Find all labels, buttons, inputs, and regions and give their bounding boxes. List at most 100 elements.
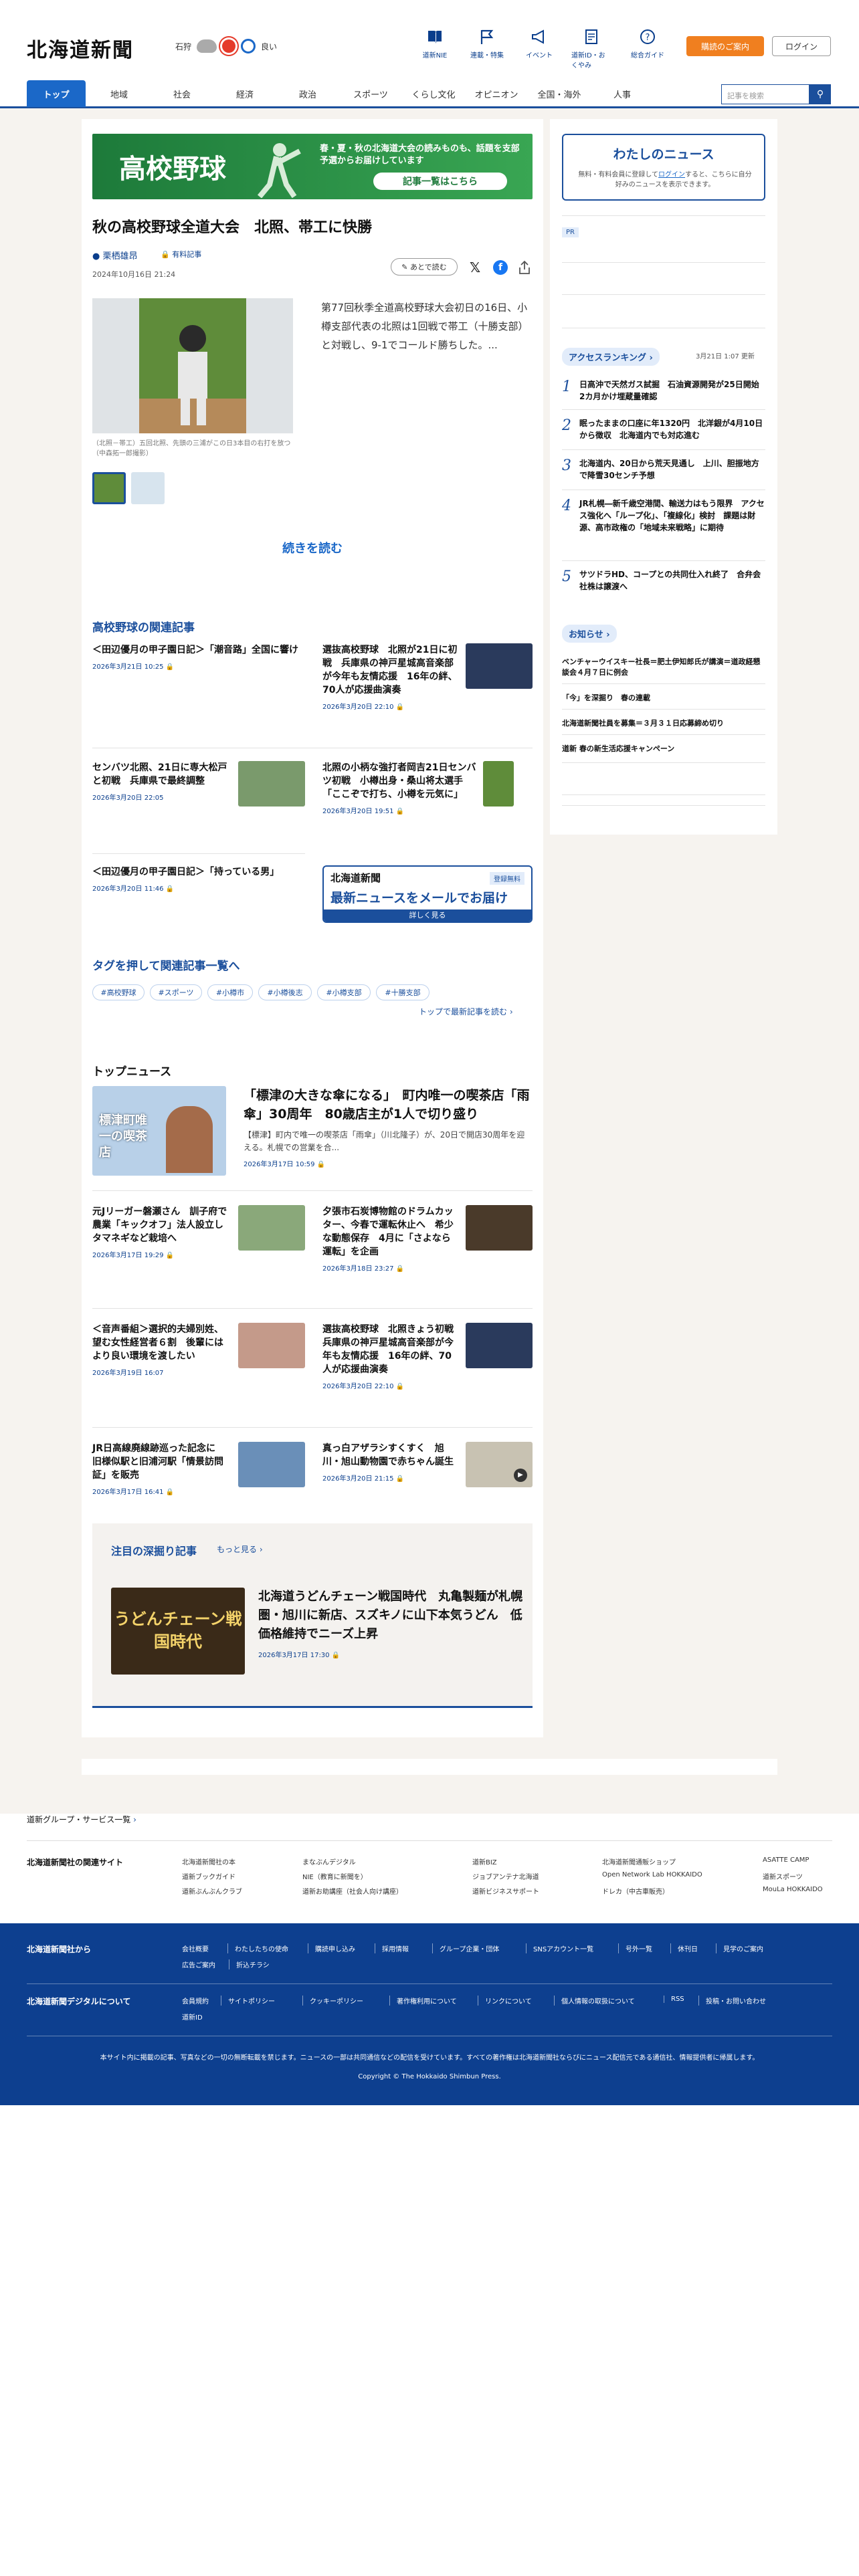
- nav-tab-personnel[interactable]: 人事: [593, 80, 652, 107]
- deep-dive-more-link[interactable]: もっと見る ›: [217, 1543, 263, 1555]
- nav-tab-economy[interactable]: 経済: [215, 80, 274, 107]
- newsletter-button[interactable]: 詳しく見る: [324, 909, 531, 922]
- divider: [562, 215, 765, 216]
- top-news-main[interactable]: 「標津の大きな傘になる」 町内唯一の喫茶店「雨傘」30周年 80歳店主が1人で切…: [244, 1086, 533, 1168]
- nav-nie[interactable]: 道新NIE: [415, 27, 455, 60]
- related-site-link[interactable]: ドレカ（中古車販売）: [602, 1886, 669, 1896]
- related-site-link[interactable]: 道新BIZ: [472, 1856, 497, 1866]
- footer-link[interactable]: 採用情報: [375, 1943, 415, 1953]
- deep-dive-article-title[interactable]: 北海道うどんチェーン戦国時代 丸亀製麺が札幌圏・旭川に新店、スズキノに山下本気う…: [258, 1588, 526, 1644]
- related-site-link[interactable]: ASATTE CAMP: [763, 1856, 809, 1864]
- article-author[interactable]: ● 栗栖雄昂: [92, 249, 138, 261]
- footer-link[interactable]: クッキーポリシー: [302, 1996, 370, 2006]
- related-item[interactable]: センバツ北照、21日に専大松戸と初戦 兵庫県で最終調整 2026年3月20日 2…: [92, 761, 305, 807]
- my-news-login-link[interactable]: ログイン: [658, 171, 685, 179]
- related-site-link[interactable]: 北海道新聞社の本: [182, 1856, 235, 1866]
- tag-chip[interactable]: #小樽後志: [258, 984, 312, 1000]
- tag-chip[interactable]: #高校野球: [92, 984, 145, 1000]
- footer-link[interactable]: リンクについて: [478, 1996, 539, 2006]
- footer-link[interactable]: 広告ご案内: [175, 1959, 222, 1969]
- footer-link[interactable]: グループ企業・団体: [432, 1943, 506, 1953]
- news-item[interactable]: 選抜高校野球 北照きょう初戦 兵庫県の神戸星城高音楽部が今年も友情応援 16年の…: [322, 1323, 533, 1390]
- notice-item[interactable]: 「今」を深掘り 春の連載: [562, 693, 765, 704]
- nav-tab-culture[interactable]: くらし文化: [404, 80, 463, 107]
- tag-chip[interactable]: #十勝支部: [376, 984, 430, 1000]
- footer-link[interactable]: 投稿・お問い合わせ: [698, 1996, 773, 2006]
- tag-chip[interactable]: #スポーツ: [150, 984, 202, 1000]
- related-site-link[interactable]: 道新ぶんぶんクラブ: [182, 1886, 242, 1896]
- related-item[interactable]: ＜田辺優月の甲子園日記＞「持っている男」 2026年3月20日 11:46 🔒: [92, 865, 305, 893]
- nav-series[interactable]: 連載・特集: [467, 27, 507, 60]
- nav-tab-politics[interactable]: 政治: [278, 80, 337, 107]
- nav-tab-society[interactable]: 社会: [153, 80, 211, 107]
- newsletter-ad[interactable]: 北海道新聞 登録無料 最新ニュースをメールでお届け 詳しく見る: [322, 865, 533, 923]
- nav-tab-world[interactable]: 全国・海外: [530, 80, 589, 107]
- footer-link[interactable]: 号外一覧: [618, 1943, 659, 1953]
- nav-tab-opinion[interactable]: オピニオン: [467, 80, 526, 107]
- subscribe-button[interactable]: 購読のご案内: [686, 36, 764, 56]
- latest-articles-link[interactable]: トップで最新記事を読む ›: [419, 1006, 513, 1017]
- footer-link[interactable]: 見学のご案内: [716, 1943, 770, 1953]
- related-item[interactable]: ＜田辺優月の甲子園日記＞「潮音路」全国に響け 2026年3月21日 10:25 …: [92, 643, 305, 671]
- related-site-link[interactable]: 道新お助講座（社会人向け講座）: [302, 1886, 403, 1896]
- notice-item[interactable]: 北海道新聞社員を募集＝３月３１日応募締め切り: [562, 718, 765, 729]
- nav-tab-region[interactable]: 地域: [90, 80, 149, 107]
- notice-item[interactable]: 道新 春の新生活応援キャンペーン: [562, 744, 765, 754]
- related-site-link[interactable]: 北海道新聞通販ショップ: [602, 1856, 676, 1866]
- weather-widget[interactable]: 石狩 良い: [175, 39, 277, 53]
- news-item[interactable]: ＜音声番組＞選択的夫婦別姓、望む女性経営者６割 後輩にはより良い環境を渡したい …: [92, 1323, 305, 1377]
- news-item[interactable]: 元Jリーガー磐瀬さん 訓子府で農業「キックオフ」法人設立しタマネギなど栽培へ 2…: [92, 1205, 305, 1259]
- footer-link[interactable]: 著作権利用について: [389, 1996, 464, 2006]
- banner-button[interactable]: 記事一覧はこちら: [373, 173, 507, 190]
- nav-tab-sports[interactable]: スポーツ: [341, 80, 400, 107]
- deep-dive-image[interactable]: うどんチェーン戦国時代: [111, 1588, 245, 1675]
- footer-link[interactable]: 購読申し込み: [308, 1943, 362, 1953]
- footer-link[interactable]: サイトポリシー: [221, 1996, 282, 2006]
- share-button[interactable]: [516, 259, 533, 276]
- footer-link[interactable]: 折込チラシ: [229, 1959, 276, 1969]
- nav-guide[interactable]: ? 総合ガイド: [628, 27, 668, 60]
- related-site-link[interactable]: 道新ビジネスサポート: [472, 1886, 539, 1896]
- related-site-link[interactable]: 道新ブックガイド: [182, 1871, 235, 1881]
- tag-chip[interactable]: #小樽市: [207, 984, 253, 1000]
- photo-thumbnail[interactable]: [92, 472, 126, 504]
- related-site-link[interactable]: 道新スポーツ: [763, 1871, 803, 1881]
- related-site-link[interactable]: まなぶんデジタル: [302, 1856, 356, 1866]
- footer-link[interactable]: 休刊日: [670, 1943, 704, 1953]
- login-button[interactable]: ログイン: [772, 36, 831, 56]
- nav-event[interactable]: イベント: [519, 27, 559, 60]
- footer-link[interactable]: 個人情報の取扱について: [554, 1996, 642, 2006]
- read-more-link[interactable]: 続きを読む: [92, 539, 533, 556]
- article-photo[interactable]: [92, 298, 293, 433]
- notice-item[interactable]: ベンチャーウイスキー社長＝肥土伊知郎氏が講演＝道政経懇談会４月７日に例会: [562, 657, 765, 678]
- nav-tab-top[interactable]: トップ: [27, 80, 86, 107]
- footer-link[interactable]: SNSアカウント一覧: [526, 1943, 600, 1953]
- footer-link[interactable]: わたしたちの使命: [227, 1943, 295, 1953]
- site-logo[interactable]: 北海道新聞: [27, 33, 134, 63]
- nav-obituary[interactable]: 道新ID・おくやみ: [571, 27, 611, 70]
- footer-link[interactable]: RSS: [664, 1996, 691, 2003]
- tag-chip[interactable]: #小樽支部: [317, 984, 371, 1000]
- related-item[interactable]: 選抜高校野球 北照が21日に初戦 兵庫県の神戸星城高音楽部が今年も友情応援 16…: [322, 643, 533, 711]
- related-site-link[interactable]: ジョブアンテナ北海道: [472, 1871, 539, 1881]
- search-button[interactable]: ⚲: [809, 84, 831, 104]
- group-services-link[interactable]: 道新グループ・サービス一覧 ›: [27, 1814, 136, 1825]
- news-item[interactable]: 夕張市石炭博物館のドラムカッター、今春で運転休止へ 希少な動態保存 4月に「さよ…: [322, 1205, 533, 1273]
- related-item[interactable]: 北照の小柄な強打者岡吉21日センバツ初戦 小樽出身・桑山将太選手「ここぞで打ち、…: [322, 761, 533, 815]
- search-input[interactable]: 記事を検索: [721, 84, 809, 104]
- related-site-link[interactable]: Open Network Lab HOKKAIDO: [602, 1871, 702, 1879]
- news-item[interactable]: 真っ白アザラシすくすく 旭川・旭山動物園で赤ちゃん誕生 2026年3月20日 2…: [322, 1442, 533, 1487]
- share-facebook-button[interactable]: f: [492, 259, 508, 276]
- baseball-banner[interactable]: 高校野球 春・夏・秋の北海道大会の読みものも、話題を支部予選からお届けしています…: [92, 134, 533, 199]
- footer-link[interactable]: 会社概要: [175, 1943, 215, 1953]
- photo-thumbnail[interactable]: [131, 472, 165, 504]
- footer-link[interactable]: 会員規約: [175, 1996, 215, 2006]
- top-news-image[interactable]: 標津町唯一の喫茶店: [92, 1086, 226, 1176]
- footer-link[interactable]: 道新ID: [175, 2012, 209, 2022]
- related-site-link[interactable]: NIE（教育に新聞を）: [302, 1871, 367, 1881]
- rank-number: 2: [562, 417, 571, 434]
- read-later-button[interactable]: ✎ あとで読む: [391, 258, 458, 276]
- related-site-link[interactable]: MouLa HOKKAIDO: [763, 1886, 823, 1893]
- news-item[interactable]: JR日高線廃線跡巡った記念に 旧様似駅と旧浦河駅「情景訪問証」を販売 2026年…: [92, 1442, 305, 1496]
- share-x-button[interactable]: 𝕏: [467, 259, 483, 276]
